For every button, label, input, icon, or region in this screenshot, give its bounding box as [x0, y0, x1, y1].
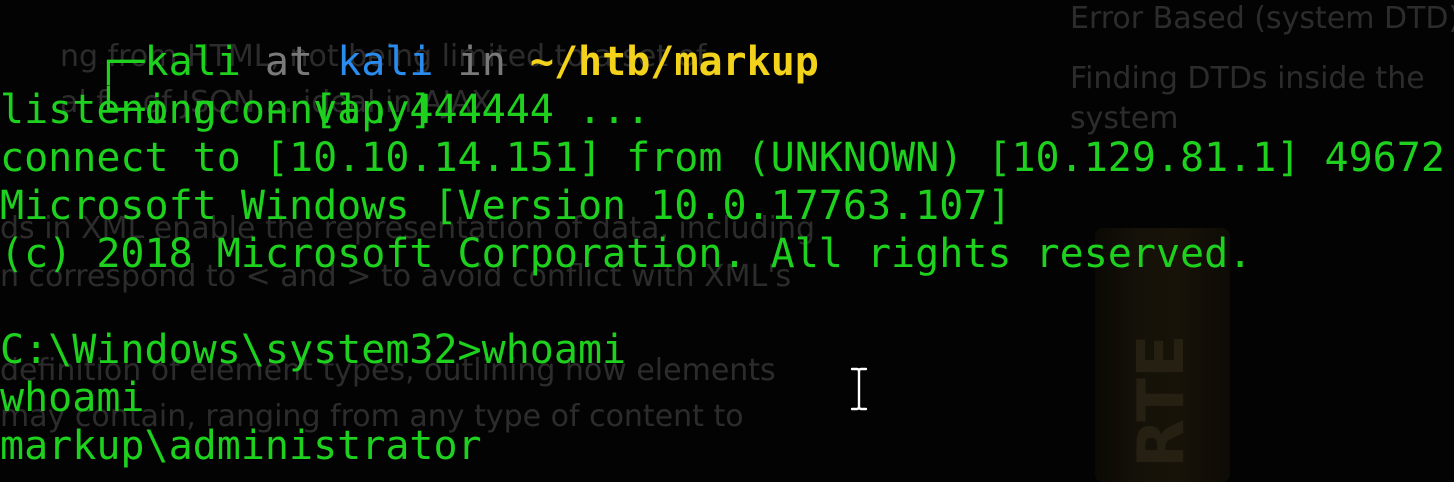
- output-line: connect to [10.10.14.151] from (UNKNOWN)…: [0, 135, 1445, 181]
- terminal-window[interactable]: Error Based (system DTD) Finding DTDs in…: [0, 0, 1454, 482]
- output-line: (c) 2018 Microsoft Corporation. All righ…: [0, 231, 1253, 277]
- output-line: C:\Windows\system32>whoami: [0, 327, 627, 373]
- prompt-directory: ~/htb/markup: [529, 39, 819, 85]
- background-ghost-text: Finding DTDs inside the: [1070, 61, 1425, 96]
- output-line: listening on [any] 4444 ...: [0, 87, 651, 133]
- background-ghost-text: system: [1070, 101, 1179, 136]
- output-line: Microsoft Windows [Version 10.0.17763.10…: [0, 183, 1012, 229]
- output-line: whoami: [0, 375, 145, 421]
- output-line: markup\administrator: [0, 423, 482, 469]
- background-ghost-text: Error Based (system DTD): [1070, 1, 1454, 36]
- i-beam-cursor-icon: [849, 367, 869, 411]
